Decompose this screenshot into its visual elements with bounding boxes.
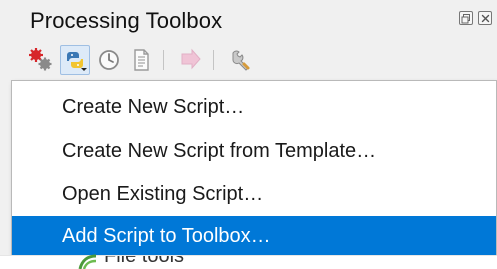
results-viewer-button[interactable] xyxy=(126,45,156,75)
menu-item-label: Add Script to Toolbox… xyxy=(62,225,271,247)
edit-features-in-place-button[interactable] xyxy=(175,45,205,75)
close-panel-button[interactable] xyxy=(478,11,492,25)
toolbox-toolbar xyxy=(0,40,497,80)
models-icon xyxy=(29,48,52,71)
history-icon xyxy=(99,50,119,70)
toolbox-tree-row[interactable]: File tools xyxy=(0,255,497,269)
results-viewer-icon xyxy=(134,49,149,71)
menu-item-create-new-script[interactable]: Create New Script… xyxy=(12,87,496,127)
toolbar-separator xyxy=(213,50,214,70)
edit-features-in-place-icon xyxy=(181,48,201,70)
models-button[interactable] xyxy=(26,45,56,75)
menu-item-label: Open Existing Script… xyxy=(62,183,264,205)
float-panel-button[interactable] xyxy=(459,11,473,25)
python-scripts-button[interactable] xyxy=(60,45,90,75)
wrench-icon xyxy=(232,50,250,71)
toolbar-separator xyxy=(163,50,164,70)
history-button[interactable] xyxy=(94,45,124,75)
panel-title-bar: Processing Toolbox xyxy=(0,0,497,40)
menu-item-create-script-from-template[interactable]: Create New Script from Template… xyxy=(12,131,496,171)
tree-row-icon xyxy=(78,254,97,269)
scripts-dropdown-menu: Create New Script… Create New Script fro… xyxy=(11,80,497,255)
tree-row-label: File tools xyxy=(104,255,185,267)
processing-toolbox-panel: Processing Toolbox Create New Script… Cr… xyxy=(0,0,497,269)
menu-item-label: Create New Script from Template… xyxy=(62,140,377,162)
menu-item-open-existing-script[interactable]: Open Existing Script… xyxy=(12,174,496,214)
close-icon xyxy=(481,14,490,23)
python-scripts-icon xyxy=(67,52,87,71)
options-button[interactable] xyxy=(225,45,255,75)
panel-title: Processing Toolbox xyxy=(30,8,223,33)
float-icon xyxy=(461,14,470,24)
menu-item-label: Create New Script… xyxy=(62,96,245,118)
